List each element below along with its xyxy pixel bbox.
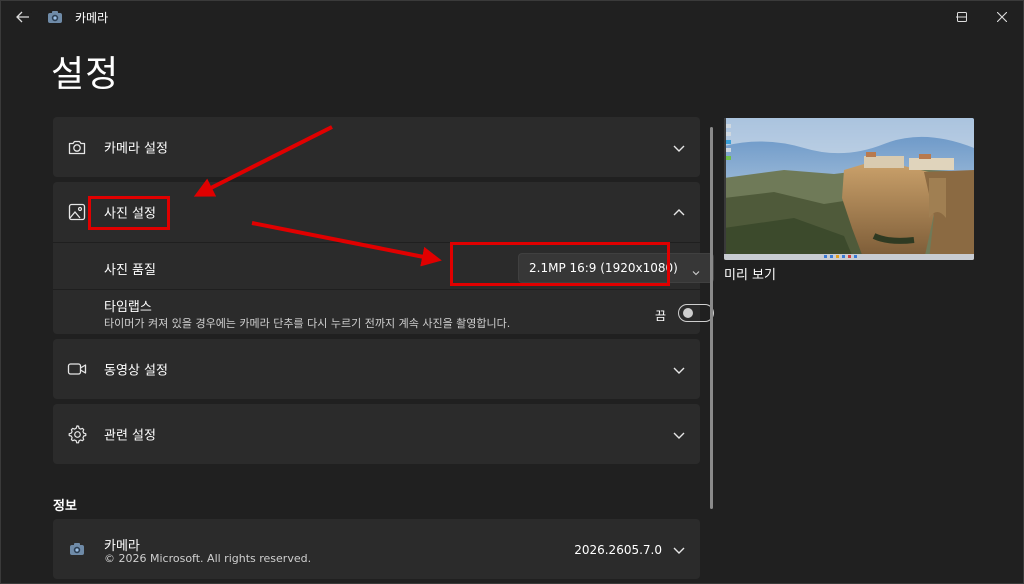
info-copyright: © 2026 Microsoft. All rights reserved. [104,552,312,565]
chevron-down-icon[interactable] [672,362,686,376]
video-settings-label: 동영상 설정 [104,363,168,379]
camera-app-icon [47,9,63,25]
timelapse-row: 타임랩스 타이머가 켜져 있을 경우에는 카메라 단추를 다시 누르기 전까지 … [53,289,714,334]
timelapse-toggle[interactable] [678,304,714,322]
close-icon[interactable] [979,1,1023,33]
highlight-box-photo-settings [88,196,170,230]
camera-icon [67,137,87,157]
camera-settings-label: 카메라 설정 [104,141,168,157]
camera-settings-header[interactable]: 카메라 설정 [53,117,700,177]
preview-image [724,118,974,260]
scrollbar[interactable] [710,127,713,509]
page-title: 설정 [51,54,120,95]
preview-label: 미리 보기 [724,268,776,283]
related-settings-card[interactable]: 관련 설정 [53,404,700,464]
related-settings-header[interactable]: 관련 설정 [53,404,700,464]
info-version: 2026.2605.7.0 [574,543,662,557]
related-settings-label: 관련 설정 [104,428,156,444]
photo-quality-label: 사진 품질 [104,263,156,278]
highlight-box-photo-quality [450,242,670,286]
chevron-down-icon [691,263,701,276]
gear-icon [67,424,87,444]
toggle-knob [683,308,693,318]
info-card[interactable]: 카메라 © 2026 Microsoft. All rights reserve… [53,519,700,579]
video-icon [67,359,87,379]
chevron-down-icon[interactable] [672,542,686,556]
app-title: 카메라 [75,11,109,25]
title-bar: 카메라 [1,1,1023,33]
camera-app-icon [69,541,85,557]
back-arrow-icon[interactable] [11,7,35,27]
video-settings-header[interactable]: 동영상 설정 [53,339,700,399]
chevron-down-icon[interactable] [672,427,686,441]
chevron-down-icon[interactable] [672,140,686,154]
video-settings-card[interactable]: 동영상 설정 [53,339,700,399]
chevron-up-icon[interactable] [672,205,686,219]
image-icon [67,202,87,222]
camera-settings-window: 카메라 설정 카메라 설정 사진 설정 사진 품질 2.1MP 16:9 (19… [0,0,1024,584]
camera-settings-card[interactable]: 카메라 설정 [53,117,700,177]
timelapse-state-label: 끔 [655,309,667,323]
timelapse-description: 타이머가 켜져 있을 경우에는 카메라 단추를 다시 누르기 전까지 계속 사진… [104,317,511,330]
info-section-title: 정보 [53,499,77,514]
timelapse-label: 타임랩스 [104,300,152,315]
